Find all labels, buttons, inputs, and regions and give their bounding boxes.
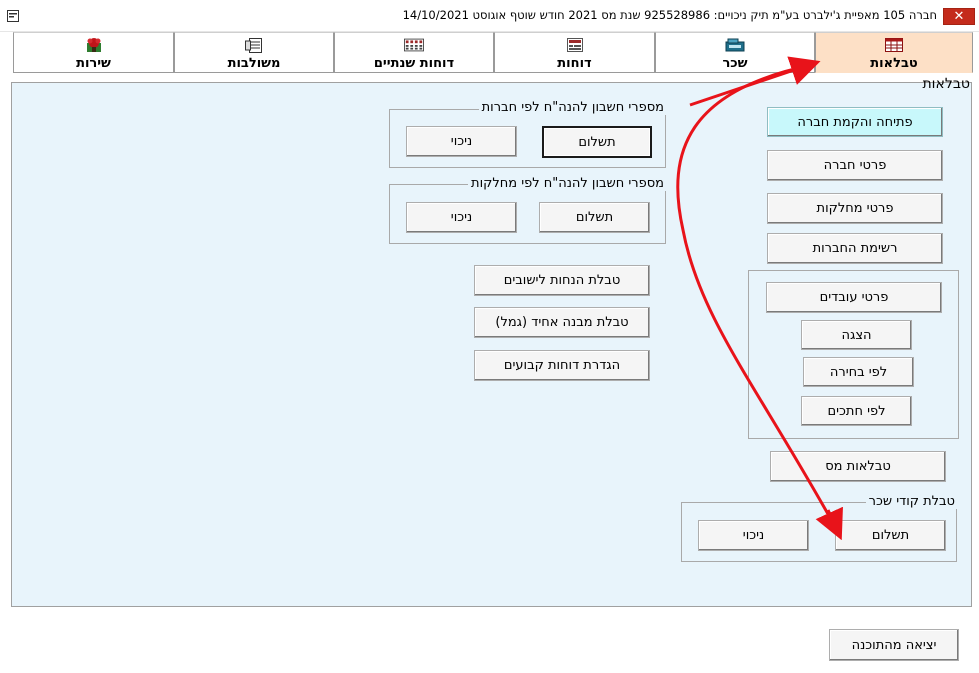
tab-label: שכר: [722, 56, 748, 71]
app-icon[interactable]: [7, 10, 19, 22]
by-selection-button[interactable]: לפי בחירה: [803, 357, 914, 387]
tab-label: משולבות: [227, 56, 281, 71]
by-sections-button[interactable]: לפי חתכים: [801, 396, 912, 426]
table-icon: [884, 37, 904, 53]
salary-codes-deduction-button[interactable]: ניכוי: [698, 520, 809, 551]
tab-label: טבלאות: [870, 56, 918, 71]
salary-codes-title: טבלת קודי שכר: [865, 494, 958, 509]
service-icon: [84, 37, 104, 53]
calendar-report-icon: [404, 37, 424, 53]
panel-title: טבלאות: [922, 76, 970, 92]
salary-codes-payment-button[interactable]: תשלום: [835, 520, 946, 551]
show-employees-button[interactable]: הצגה: [801, 320, 912, 350]
employee-details-button[interactable]: פרטי עובדים: [766, 282, 942, 313]
tab-label: דוחות: [557, 56, 592, 71]
tab-reports[interactable]: דוחות: [494, 32, 655, 73]
company-details-button[interactable]: פרטי חברה: [767, 150, 943, 181]
close-button[interactable]: ✕: [943, 8, 975, 25]
tab-tables[interactable]: טבלאות: [815, 32, 973, 73]
exit-button[interactable]: יציאה מהתוכנה: [829, 629, 959, 661]
tab-label: דוחות שנתיים: [373, 56, 455, 71]
combined-icon: [244, 37, 264, 53]
report-icon: [565, 37, 585, 53]
open-company-button[interactable]: פתיחה והקמת חברה: [767, 107, 943, 137]
accounts-by-company-title: מספרי חשבון להנה"ח לפי חברות: [478, 100, 667, 115]
company-list-button[interactable]: רשימת החברות: [767, 233, 943, 264]
tab-service[interactable]: שירות: [13, 32, 174, 73]
tax-tables-button[interactable]: טבלאות מס: [770, 451, 946, 482]
accounts-company-payment-button[interactable]: תשלום: [542, 126, 652, 158]
window-title: חברה 105 מאפיית ג'ילברט בע"מ תיק ניכויים…: [402, 8, 937, 22]
fixed-reports-button[interactable]: הגדרת דוחות קבועים: [474, 350, 650, 381]
uniform-structure-button[interactable]: טבלת מבנה אחיד (גמל): [474, 307, 650, 338]
tab-annual-reports[interactable]: דוחות שנתיים: [334, 32, 494, 73]
close-icon: ✕: [953, 9, 965, 24]
accounts-department-deduction-button[interactable]: ניכוי: [406, 202, 517, 233]
tab-label: שירות: [76, 56, 111, 71]
cash-register-icon: [725, 37, 745, 53]
accounts-by-department-title: מספרי חשבון להנה"ח לפי מחלקות: [468, 176, 667, 191]
accounts-department-payment-button[interactable]: תשלום: [539, 202, 650, 233]
title-bar: חברה 105 מאפיית ג'ילברט בע"מ תיק ניכויים…: [0, 0, 979, 32]
department-details-button[interactable]: פרטי מחלקות: [767, 193, 943, 224]
tab-salary[interactable]: שכר: [655, 32, 815, 73]
accounts-company-deduction-button[interactable]: ניכוי: [406, 126, 517, 157]
tab-combined[interactable]: משולבות: [174, 32, 334, 73]
settlement-discounts-button[interactable]: טבלת הנחות לישובים: [474, 265, 650, 296]
